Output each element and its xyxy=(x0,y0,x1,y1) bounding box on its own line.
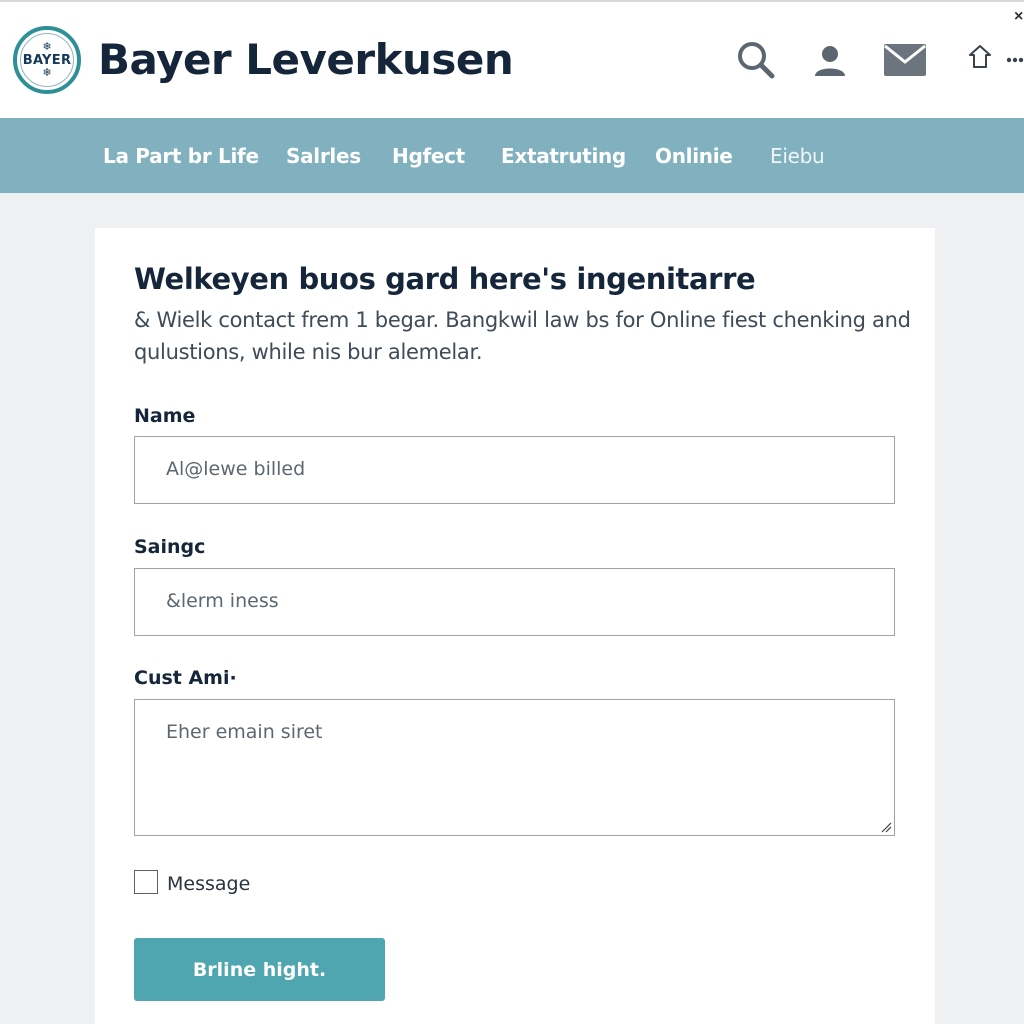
cust-ami-placeholder: Eher emain siret xyxy=(166,721,323,743)
intro-line-2: qulustions, while nis bur alemelar. xyxy=(134,340,483,364)
form-heading: Welkeyen buos gard here's ingenitarre xyxy=(134,262,756,296)
mail-icon[interactable] xyxy=(883,42,927,78)
intro-line-1: & Wielk contact frem 1 begar. Bangkwil l… xyxy=(134,308,911,332)
logo-symbol-icon: ❄ xyxy=(42,40,52,53)
nav-item-online[interactable]: Onlinie xyxy=(655,144,733,168)
logo-symbol-icon: ❄ xyxy=(42,66,52,79)
main-nav: La Part br Life Salrles Hgfect Extatruti… xyxy=(0,118,1024,193)
nav-item-sales[interactable]: Salrles xyxy=(286,144,361,168)
bayer-logo[interactable]: ❄ BAYER ❄ xyxy=(13,26,81,94)
star-icon[interactable] xyxy=(967,44,993,70)
resize-handle-icon[interactable] xyxy=(880,821,892,833)
user-icon[interactable] xyxy=(812,42,848,78)
name-label: Name xyxy=(134,405,196,427)
logo-text: BAYER xyxy=(22,52,72,68)
close-icon[interactable]: × xyxy=(1014,8,1023,26)
page: ❄ BAYER ❄ Bayer Leverkusen × La Part br … xyxy=(0,0,1024,1024)
nav-item-hgfect[interactable]: Hgfect xyxy=(392,144,465,168)
submit-button[interactable]: Brline hight. xyxy=(134,938,385,1001)
brand-title: Bayer Leverkusen xyxy=(98,35,514,84)
nav-item-eiebu[interactable]: Eiebu xyxy=(770,144,825,168)
logo-emblem: ❄ BAYER ❄ xyxy=(20,33,74,87)
more-icon[interactable] xyxy=(1006,56,1024,64)
message-checkbox-label: Message xyxy=(167,873,251,895)
nav-item-life[interactable]: La Part br Life xyxy=(103,144,259,168)
cust-ami-textarea[interactable]: Eher emain siret xyxy=(134,699,895,836)
contact-form-card: Welkeyen buos gard here's ingenitarre & … xyxy=(95,228,935,1024)
name-placeholder: Al@lewe billed xyxy=(166,458,306,480)
cust-ami-label: Cust Ami· xyxy=(134,667,237,689)
nav-item-extatruting[interactable]: Extatruting xyxy=(501,144,626,168)
saingc-label: Saingc xyxy=(134,536,206,558)
saingc-field[interactable]: &lerm iness xyxy=(134,568,895,636)
saingc-placeholder: &lerm iness xyxy=(166,590,279,612)
form-intro: & Wielk contact frem 1 begar. Bangkwil l… xyxy=(134,304,914,368)
top-header: ❄ BAYER ❄ Bayer Leverkusen × xyxy=(0,0,1024,118)
name-field[interactable]: Al@lewe billed xyxy=(134,436,895,504)
search-icon[interactable] xyxy=(736,40,776,80)
message-checkbox[interactable] xyxy=(134,870,158,894)
